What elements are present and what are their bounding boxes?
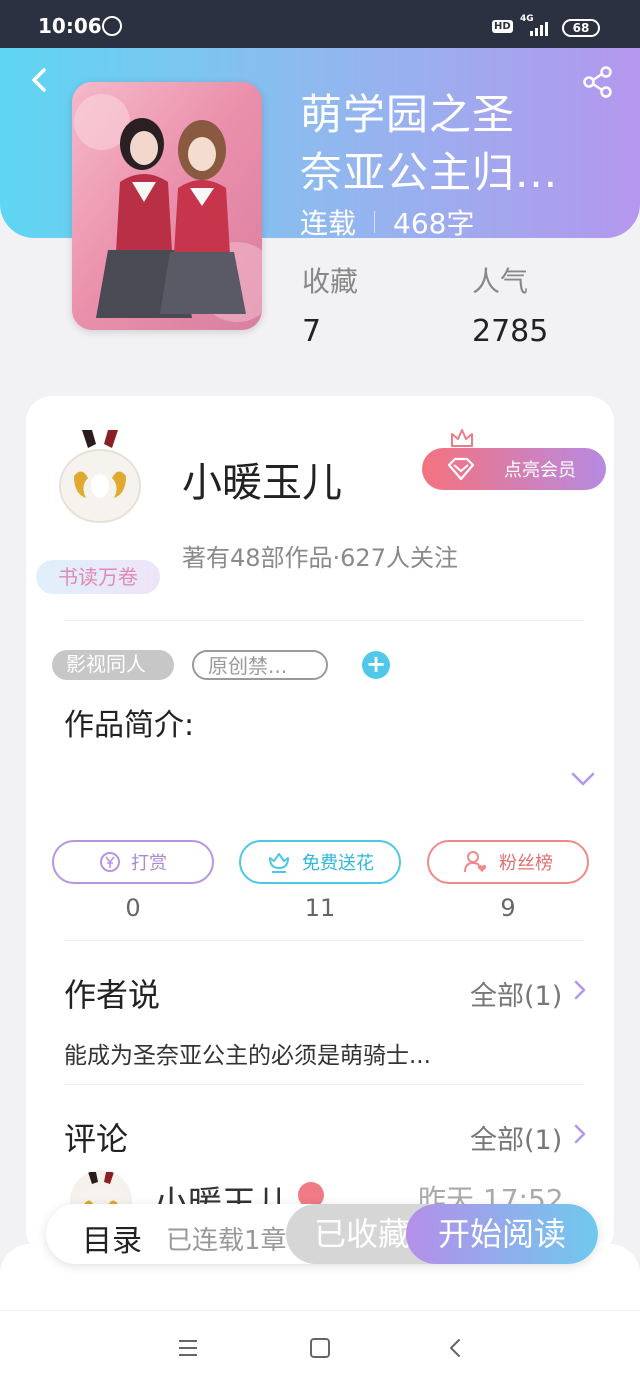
tip-button[interactable]: 打赏: [52, 840, 214, 884]
signal-icon: [530, 20, 548, 36]
popularity-value: 2785: [472, 314, 549, 349]
diamond-icon: [447, 457, 475, 481]
author-avatar[interactable]: [52, 426, 148, 526]
author-says-more-link[interactable]: 全部(1): [470, 974, 562, 1013]
bottom-action-bar: 目录 已连载1章 已收藏 开始阅读: [46, 1204, 598, 1264]
status-divider: [374, 211, 376, 233]
back-icon[interactable]: [26, 66, 54, 94]
intro-label: 作品简介:: [64, 708, 195, 743]
divider: [64, 1084, 584, 1085]
comments-title: 评论: [64, 1120, 129, 1158]
chevron-right-icon[interactable]: [572, 1122, 588, 1146]
fan-icon: [464, 851, 487, 873]
chevron-right-icon[interactable]: [572, 978, 588, 1002]
author-name[interactable]: 小暖玉儿: [182, 450, 342, 508]
start-reading-button[interactable]: 开始阅读: [406, 1204, 598, 1264]
divider: [64, 620, 584, 621]
favorites-value: 7: [302, 314, 322, 349]
yen-icon: [100, 852, 120, 872]
book-cover[interactable]: [72, 82, 262, 330]
chevron-down-icon[interactable]: [570, 770, 596, 788]
hd-icon: HD: [492, 20, 513, 33]
back-nav-icon[interactable]: [444, 1337, 468, 1359]
book-title-line2: 奈亚公主归...: [300, 148, 559, 197]
comments-more-link[interactable]: 全部(1): [470, 1118, 562, 1157]
book-title: 萌学园之圣 奈亚公主归...: [300, 86, 570, 202]
divider: [64, 940, 584, 941]
battery-icon: 68: [562, 19, 600, 37]
crown-icon: [451, 429, 473, 447]
popularity-label: 人气: [472, 265, 529, 298]
tag-original[interactable]: 原创禁...: [192, 650, 328, 680]
share-icon[interactable]: [582, 66, 614, 98]
chapter-progress[interactable]: 已连载1章: [166, 1220, 287, 1257]
flower-icon: [269, 853, 289, 873]
serial-status: 连载: [300, 207, 357, 240]
book-title-line1: 萌学园之圣: [300, 90, 516, 139]
send-flower-button[interactable]: 免费送花: [239, 840, 401, 884]
tip-label: 打赏: [131, 853, 167, 874]
system-nav-bar: [0, 1310, 640, 1387]
alarm-icon: [102, 16, 122, 36]
tag-fanfic[interactable]: 影视同人: [52, 650, 174, 680]
author-says-title: 作者说: [64, 976, 161, 1014]
vip-button-label: 点亮会员: [504, 460, 576, 481]
reader-badge: 书读万卷: [36, 560, 160, 594]
menu-icon[interactable]: [176, 1337, 200, 1359]
author-note-text[interactable]: 能成为圣奈亚公主的必须是萌骑士...: [64, 1036, 431, 1070]
add-tag-icon[interactable]: +: [362, 651, 390, 679]
status-bar: 10:06 HD 4G 68: [0, 0, 640, 48]
status-time: 10:06: [38, 14, 102, 38]
flower-count: 11: [304, 894, 336, 922]
home-icon[interactable]: [308, 1337, 332, 1359]
toc-button[interactable]: 目录: [82, 1216, 142, 1260]
fan-ranking-button[interactable]: 粉丝榜: [427, 840, 589, 884]
fan-ranking-label: 粉丝榜: [499, 853, 553, 874]
book-status-row: 连载 468字: [300, 202, 474, 242]
tip-count: 0: [125, 894, 141, 922]
favorites-label: 收藏: [302, 265, 359, 298]
send-flower-label: 免费送花: [302, 853, 374, 874]
word-count: 468字: [393, 207, 475, 240]
author-works-followers: 著有48部作品·627人关注: [182, 544, 458, 572]
fan-count: 9: [500, 894, 516, 922]
